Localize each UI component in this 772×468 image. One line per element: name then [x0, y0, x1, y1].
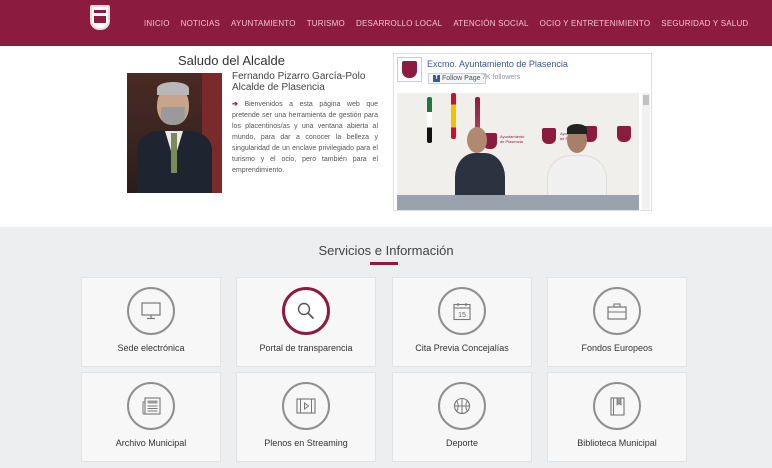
- nav-item-seguridad-salud[interactable]: SEGURIDAD Y SALUD: [661, 19, 748, 28]
- service-label: Fondos Europeos: [581, 343, 653, 353]
- magnifier-icon: [282, 287, 330, 335]
- facebook-page-name[interactable]: Excmo. Ayuntamiento de Plasencia: [427, 59, 568, 69]
- service-card-archivo-municipal[interactable]: Archivo Municipal: [81, 372, 221, 462]
- service-card-deporte[interactable]: Deporte: [392, 372, 532, 462]
- follow-page-label: Follow Page: [442, 75, 481, 82]
- service-label: Deporte: [445, 438, 479, 448]
- welcome-paragraph: ➔ Bienvenidos a esta página web que pret…: [232, 99, 378, 176]
- mayor-name-block: Fernando Pizarro García-Polo Alcalde de …: [232, 71, 365, 93]
- service-label: Archivo Municipal: [115, 438, 187, 448]
- briefcase-icon: [593, 287, 641, 335]
- facebook-page-logo[interactable]: [397, 57, 422, 82]
- mayor-name: Fernando Pizarro García-Polo: [232, 71, 366, 82]
- service-label: Cita Previa Concejalías: [415, 343, 509, 353]
- calendar-day: 15: [458, 312, 466, 319]
- mayor-welcome-section: Saludo del Alcalde Fernando Pizarro Garc…: [0, 46, 772, 227]
- service-label: Portal de transparencia: [259, 343, 353, 353]
- welcome-title: Saludo del Alcalde: [178, 53, 285, 68]
- film-icon: [282, 382, 330, 430]
- service-card-portal-transparencia[interactable]: Portal de transparencia: [236, 277, 376, 367]
- widget-scrollbar[interactable]: [642, 93, 650, 210]
- service-card-biblioteca-municipal[interactable]: Biblioteca Municipal: [547, 372, 687, 462]
- nav-item-desarrollo-local[interactable]: DESARROLLO LOCAL: [356, 19, 442, 28]
- newspaper-icon: [127, 382, 175, 430]
- nav-item-ayuntamiento[interactable]: AYUNTAMIENTO: [231, 19, 296, 28]
- main-nav: INICIO NOTICIAS AYUNTAMIENTO TURISMO DES…: [144, 19, 748, 28]
- service-label: Sede electrónica: [117, 343, 185, 353]
- monitor-icon: [127, 287, 175, 335]
- nav-item-ocio[interactable]: OCIO Y ENTRETENIMIENTO: [540, 19, 651, 28]
- nav-item-turismo[interactable]: TURISMO: [307, 19, 345, 28]
- welcome-text: Bienvenidos a esta página web que preten…: [232, 101, 378, 174]
- service-card-cita-previa[interactable]: 15 Cita Previa Concejalías: [392, 277, 532, 367]
- nav-item-inicio[interactable]: INICIO: [144, 19, 170, 28]
- arrow-right-icon: ➔: [232, 101, 238, 108]
- plasencia-coat-of-arms-logo[interactable]: [90, 5, 110, 30]
- service-card-sede-electronica[interactable]: Sede electrónica: [81, 277, 221, 367]
- facebook-icon: f: [433, 75, 440, 82]
- service-card-plenos-streaming[interactable]: Plenos en Streaming: [236, 372, 376, 462]
- mayor-role: Alcalde de Plasencia: [232, 82, 325, 93]
- followers-count: 7K followers: [482, 74, 521, 81]
- calendar-icon: 15: [438, 287, 486, 335]
- services-title: Servicios e Información: [318, 243, 454, 258]
- mayor-photo: [127, 73, 222, 193]
- service-label: Plenos en Streaming: [264, 438, 348, 448]
- nav-item-atencion-social[interactable]: ATENCIÓN SOCIAL: [453, 19, 528, 28]
- title-underline: [370, 262, 398, 265]
- facebook-page-widget: Excmo. Ayuntamiento de Plasencia f Follo…: [393, 53, 652, 211]
- follow-page-button[interactable]: f Follow Page: [428, 73, 486, 84]
- nav-item-noticias[interactable]: NOTICIAS: [181, 19, 220, 28]
- facebook-post-photo[interactable]: Ayuntamientode Plasencia Ayuntamientode …: [397, 93, 639, 210]
- service-card-fondos-europeos[interactable]: Fondos Europeos: [547, 277, 687, 367]
- basketball-icon: [438, 382, 486, 430]
- service-label: Biblioteca Municipal: [577, 438, 657, 448]
- book-icon: [593, 382, 641, 430]
- top-navigation-bar: INICIO NOTICIAS AYUNTAMIENTO TURISMO DES…: [0, 0, 772, 46]
